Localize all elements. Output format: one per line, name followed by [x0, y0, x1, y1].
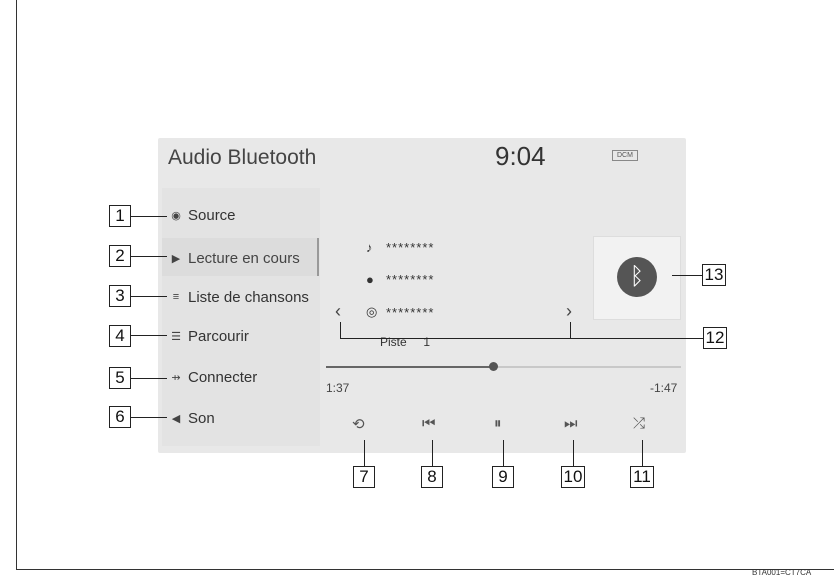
leader-line [340, 322, 341, 338]
callout-9: 9 [492, 466, 514, 488]
callout-6: 6 [109, 406, 131, 428]
callout-10: 10 [561, 466, 585, 488]
leader-line [131, 216, 167, 217]
album-row: ◎ ******** [366, 304, 434, 320]
source-icon: ◉ [171, 209, 181, 222]
leader-line [573, 440, 574, 466]
leader-line [131, 378, 167, 379]
menu-item-label: Son [188, 409, 215, 427]
connect-icon: ⇸ [171, 371, 181, 384]
pause-button[interactable]: ⏸ [494, 415, 502, 432]
leader-line [131, 335, 167, 336]
menu-item-browse[interactable]: ☰ Parcourir [168, 323, 249, 349]
leader-line [642, 440, 643, 466]
next-track-arrow-icon[interactable]: › [566, 301, 572, 322]
leader-line [131, 296, 167, 297]
leader-line [432, 440, 433, 466]
previous-button[interactable]: ⏮ [422, 415, 436, 432]
menu-item-label: Parcourir [188, 327, 249, 345]
progress-bar[interactable] [326, 362, 681, 371]
repeat-icon: ⟲ [352, 416, 365, 433]
page-title: Audio Bluetooth [168, 146, 317, 169]
skip-forward-icon: ⏭ [564, 415, 578, 432]
browse-icon: ☰ [171, 330, 181, 343]
leader-line [131, 256, 167, 257]
shuffle-button[interactable]: ⤮ [633, 415, 645, 432]
track-title-row: ♪ ******** [366, 240, 434, 255]
callout-1: 1 [109, 205, 131, 227]
leader-line [131, 417, 167, 418]
figure-code: BTA001=CT7CA [752, 568, 812, 577]
dcm-badge: DCM [612, 150, 638, 161]
callout-11: 11 [630, 466, 654, 488]
skip-back-icon: ⏮ [422, 415, 436, 432]
play-circle-icon: ▶ [171, 252, 181, 265]
person-icon: ● [366, 272, 375, 287]
leader-line [570, 322, 571, 338]
elapsed-time: 1:37 [326, 381, 350, 395]
callout-3: 3 [109, 285, 131, 307]
previous-track-arrow-icon[interactable]: ‹ [335, 301, 341, 322]
menu-item-sound[interactable]: ◀ Son [168, 405, 215, 431]
menu-item-now-playing[interactable]: ▶ Lecture en cours [168, 245, 300, 271]
menu-item-label: Liste de chansons [188, 288, 309, 306]
callout-13: 13 [702, 264, 726, 286]
callout-12: 12 [703, 327, 727, 349]
clock: 9:04 [495, 141, 546, 171]
callout-8: 8 [421, 466, 443, 488]
callout-7: 7 [353, 466, 375, 488]
album-name: ******** [386, 304, 435, 320]
leader-line [340, 338, 703, 339]
menu-item-label: Connecter [188, 368, 258, 386]
menu-item-label: Source [188, 206, 236, 224]
bluetooth-icon: ᛒ [617, 257, 657, 297]
leader-line [503, 440, 504, 466]
menu-item-connect[interactable]: ⇸ Connecter [168, 364, 257, 390]
leader-line [364, 440, 365, 466]
shuffle-icon: ⤮ [633, 415, 646, 432]
artist-name: ******** [386, 272, 435, 287]
menu-item-song-list[interactable]: ≡ Liste de chansons [168, 284, 309, 310]
remaining-time: -1:47 [650, 381, 678, 395]
progress-fill [326, 366, 493, 368]
artist-row: ● ******** [366, 272, 434, 287]
callout-4: 4 [109, 325, 131, 347]
pause-icon: ⏸ [494, 415, 502, 432]
progress-knob[interactable] [488, 362, 498, 371]
callout-5: 5 [109, 367, 131, 389]
repeat-button[interactable]: ⟲ [352, 415, 365, 433]
menu-item-label: Lecture en cours [188, 249, 300, 267]
leader-line [672, 275, 702, 276]
music-note-icon: ♪ [366, 240, 374, 255]
disc-icon: ◎ [366, 304, 379, 319]
next-button[interactable]: ⏭ [564, 415, 578, 432]
menu-item-source[interactable]: ◉ Source [168, 202, 236, 228]
speaker-icon: ◀ [171, 412, 181, 425]
song-list-icon: ≡ [172, 291, 180, 303]
callout-2: 2 [109, 245, 131, 267]
track-title: ******** [386, 240, 435, 255]
